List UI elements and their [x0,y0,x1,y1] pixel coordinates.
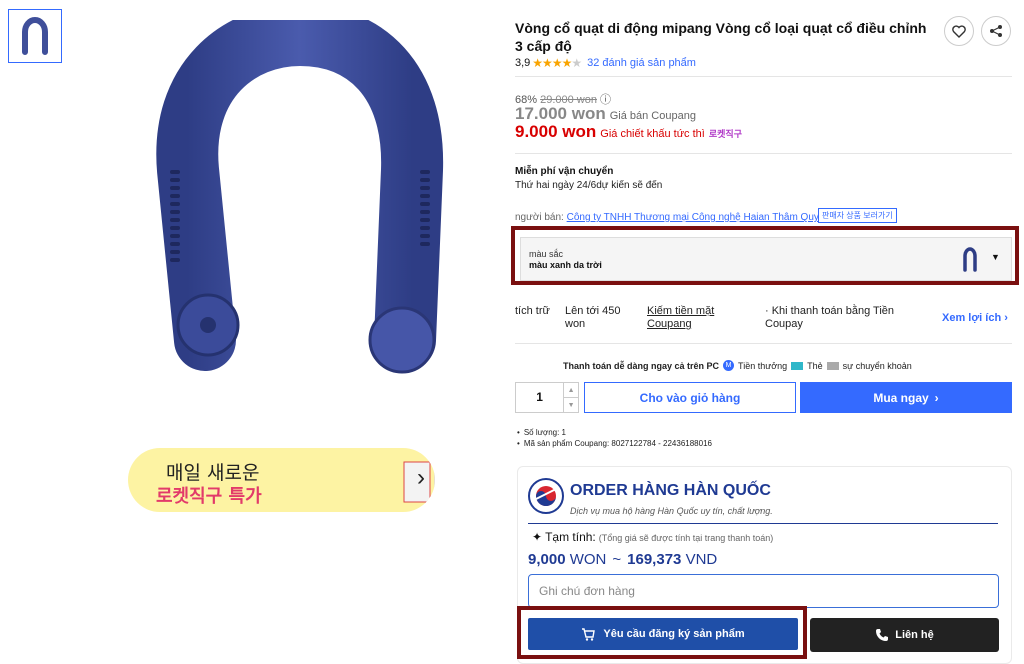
divider [515,343,1012,344]
quantity-increase-button[interactable]: ▲ [564,383,578,397]
coupang-price: 17.000 won [515,104,606,123]
won-unit: WON [569,551,607,568]
divider [528,523,998,524]
contact-label: Liên hệ [895,629,934,641]
vnd-value: 169,373 [627,551,682,568]
seller-label: người bán: [515,212,564,223]
sparkle-icon: ✦ [532,530,543,544]
coupang-cash-link[interactable]: Kiếm tiền mặt Coupang [647,305,747,331]
buy-now-button[interactable]: Mua ngay › [800,382,1012,413]
chevron-down-icon: ▼ [991,252,1000,262]
order-note-input[interactable] [528,574,999,608]
phone-icon [876,629,889,641]
product-main-image [156,20,444,374]
review-count-link[interactable]: 32 đánh giá sản phẩm [587,57,696,69]
seller-link[interactable]: Công ty TNHH Thương mại Công nghệ Haian … [567,212,830,223]
promo-arrow-icon: › [417,464,425,491]
wishlist-button[interactable] [944,16,974,46]
won-value: 9,000 [528,551,566,568]
quantity-decrease-button[interactable]: ▼ [564,397,578,412]
product-notes-list: Số lượng: 1 Mã sản phẩm Coupang: 8027122… [517,428,712,450]
add-to-cart-button[interactable]: Cho vào giỏ hàng [584,382,796,413]
order-title: ORDER HÀNG HÀN QUỐC [570,482,771,499]
promo-line2: 로켓직구 특가 [156,486,262,507]
cart-icon [582,627,596,641]
rocket-direct-promo-banner[interactable]: 매일 새로운 로켓직구 특가 › [128,448,435,512]
list-item: Mã sản phẩm Coupang: 8027122784 - 224361… [517,439,712,448]
request-product-button[interactable]: Yêu cầu đăng ký sản phẩm [528,618,798,650]
payment-lead: Thanh toán dễ dàng ngay cả trên PC [563,360,720,371]
product-thumbnail[interactable] [8,9,62,63]
payment-opt2: Thẻ [807,360,823,371]
card-icon [791,361,804,370]
cashback-col1: tích trữ [515,305,550,317]
request-label: Yêu cầu đăng ký sản phẩm [603,628,745,640]
contact-button[interactable]: Liên hệ [810,618,999,652]
quantity-stepper[interactable]: 1 ▲ ▼ [515,382,579,413]
list-item: Số lượng: 1 [517,428,712,437]
view-benefits-link[interactable]: Xem lợi ích › [942,312,1024,325]
estimate-row: ✦ Tạm tính: (Tổng giá sẽ được tính tại t… [532,530,773,544]
rating-row: 3,9 ★★★★★ 32 đánh giá sản phẩm [515,56,696,70]
color-option-select[interactable]: màu sắc màu xanh da trời ▼ [520,237,1012,281]
chevron-right-icon: › [934,390,939,405]
option-value: màu xanh da trời [529,260,602,270]
korea-flag-plane-icon [533,486,559,506]
seller-products-button[interactable]: 판매자 상품 보러가기 [818,208,897,223]
neck-fan-thumbnail-image [22,17,48,55]
option-key: màu sắc [529,249,564,259]
instant-price: 9.000 won [515,122,597,141]
cashback-col4: · Khi thanh toán bằng Tiền Coupay [765,305,895,330]
star-rating-icons: ★★★★★ [532,56,582,70]
vnd-unit: VND [685,551,718,568]
pc-payment-row: Thanh toán dễ dàng ngay cả trên PC M Tiề… [563,360,912,371]
order-subtitle: Dịch vụ mua hộ hàng Hàn Quốc uy tín, chấ… [570,506,773,516]
order-logo [528,478,564,514]
coupay-money-icon: M [723,360,735,371]
cashback-col2: Lên tới 450 won [565,305,621,330]
payment-opt3: sự chuyển khoản [842,360,912,371]
price-range: 9,000 WON ~ 169,373 VND [528,551,717,568]
payment-opt1: Tiền thưởng [738,360,788,371]
free-shipping-title: Miễn phí vận chuyển [515,166,614,177]
estimate-note: (Tổng giá sẽ được tính tại trang thanh t… [598,533,774,543]
bank-transfer-icon [826,361,839,370]
buy-now-label: Mua ngay [873,390,929,405]
coupang-price-row: 17.000 won Giá bán Coupang [515,104,696,124]
neck-fan-option-icon [963,247,977,272]
delivery-date: Thứ hai ngày 24/6dự kiến sẽ đến [515,180,663,191]
divider [515,76,1012,77]
quantity-value[interactable]: 1 [516,383,563,412]
share-icon [990,25,1002,37]
rating-value: 3,9 [515,57,531,69]
instant-price-label: Giá chiết khấu tức thì [600,128,705,140]
instant-price-row: 9.000 won Giá chiết khấu tức thì 로켓직구 [515,122,742,142]
product-title: Vòng cổ quạt di động mipang Vòng cổ loại… [515,20,927,54]
divider [515,153,1012,154]
coupang-price-label: Giá bán Coupang [609,110,696,122]
heart-icon [952,24,966,38]
share-button[interactable] [981,16,1011,46]
estimate-label: Tạm tính: [545,530,596,544]
promo-line1: 매일 새로운 [166,462,260,484]
range-tilde: ~ [612,551,622,568]
rocket-direct-badge: 로켓직구 [708,129,742,139]
